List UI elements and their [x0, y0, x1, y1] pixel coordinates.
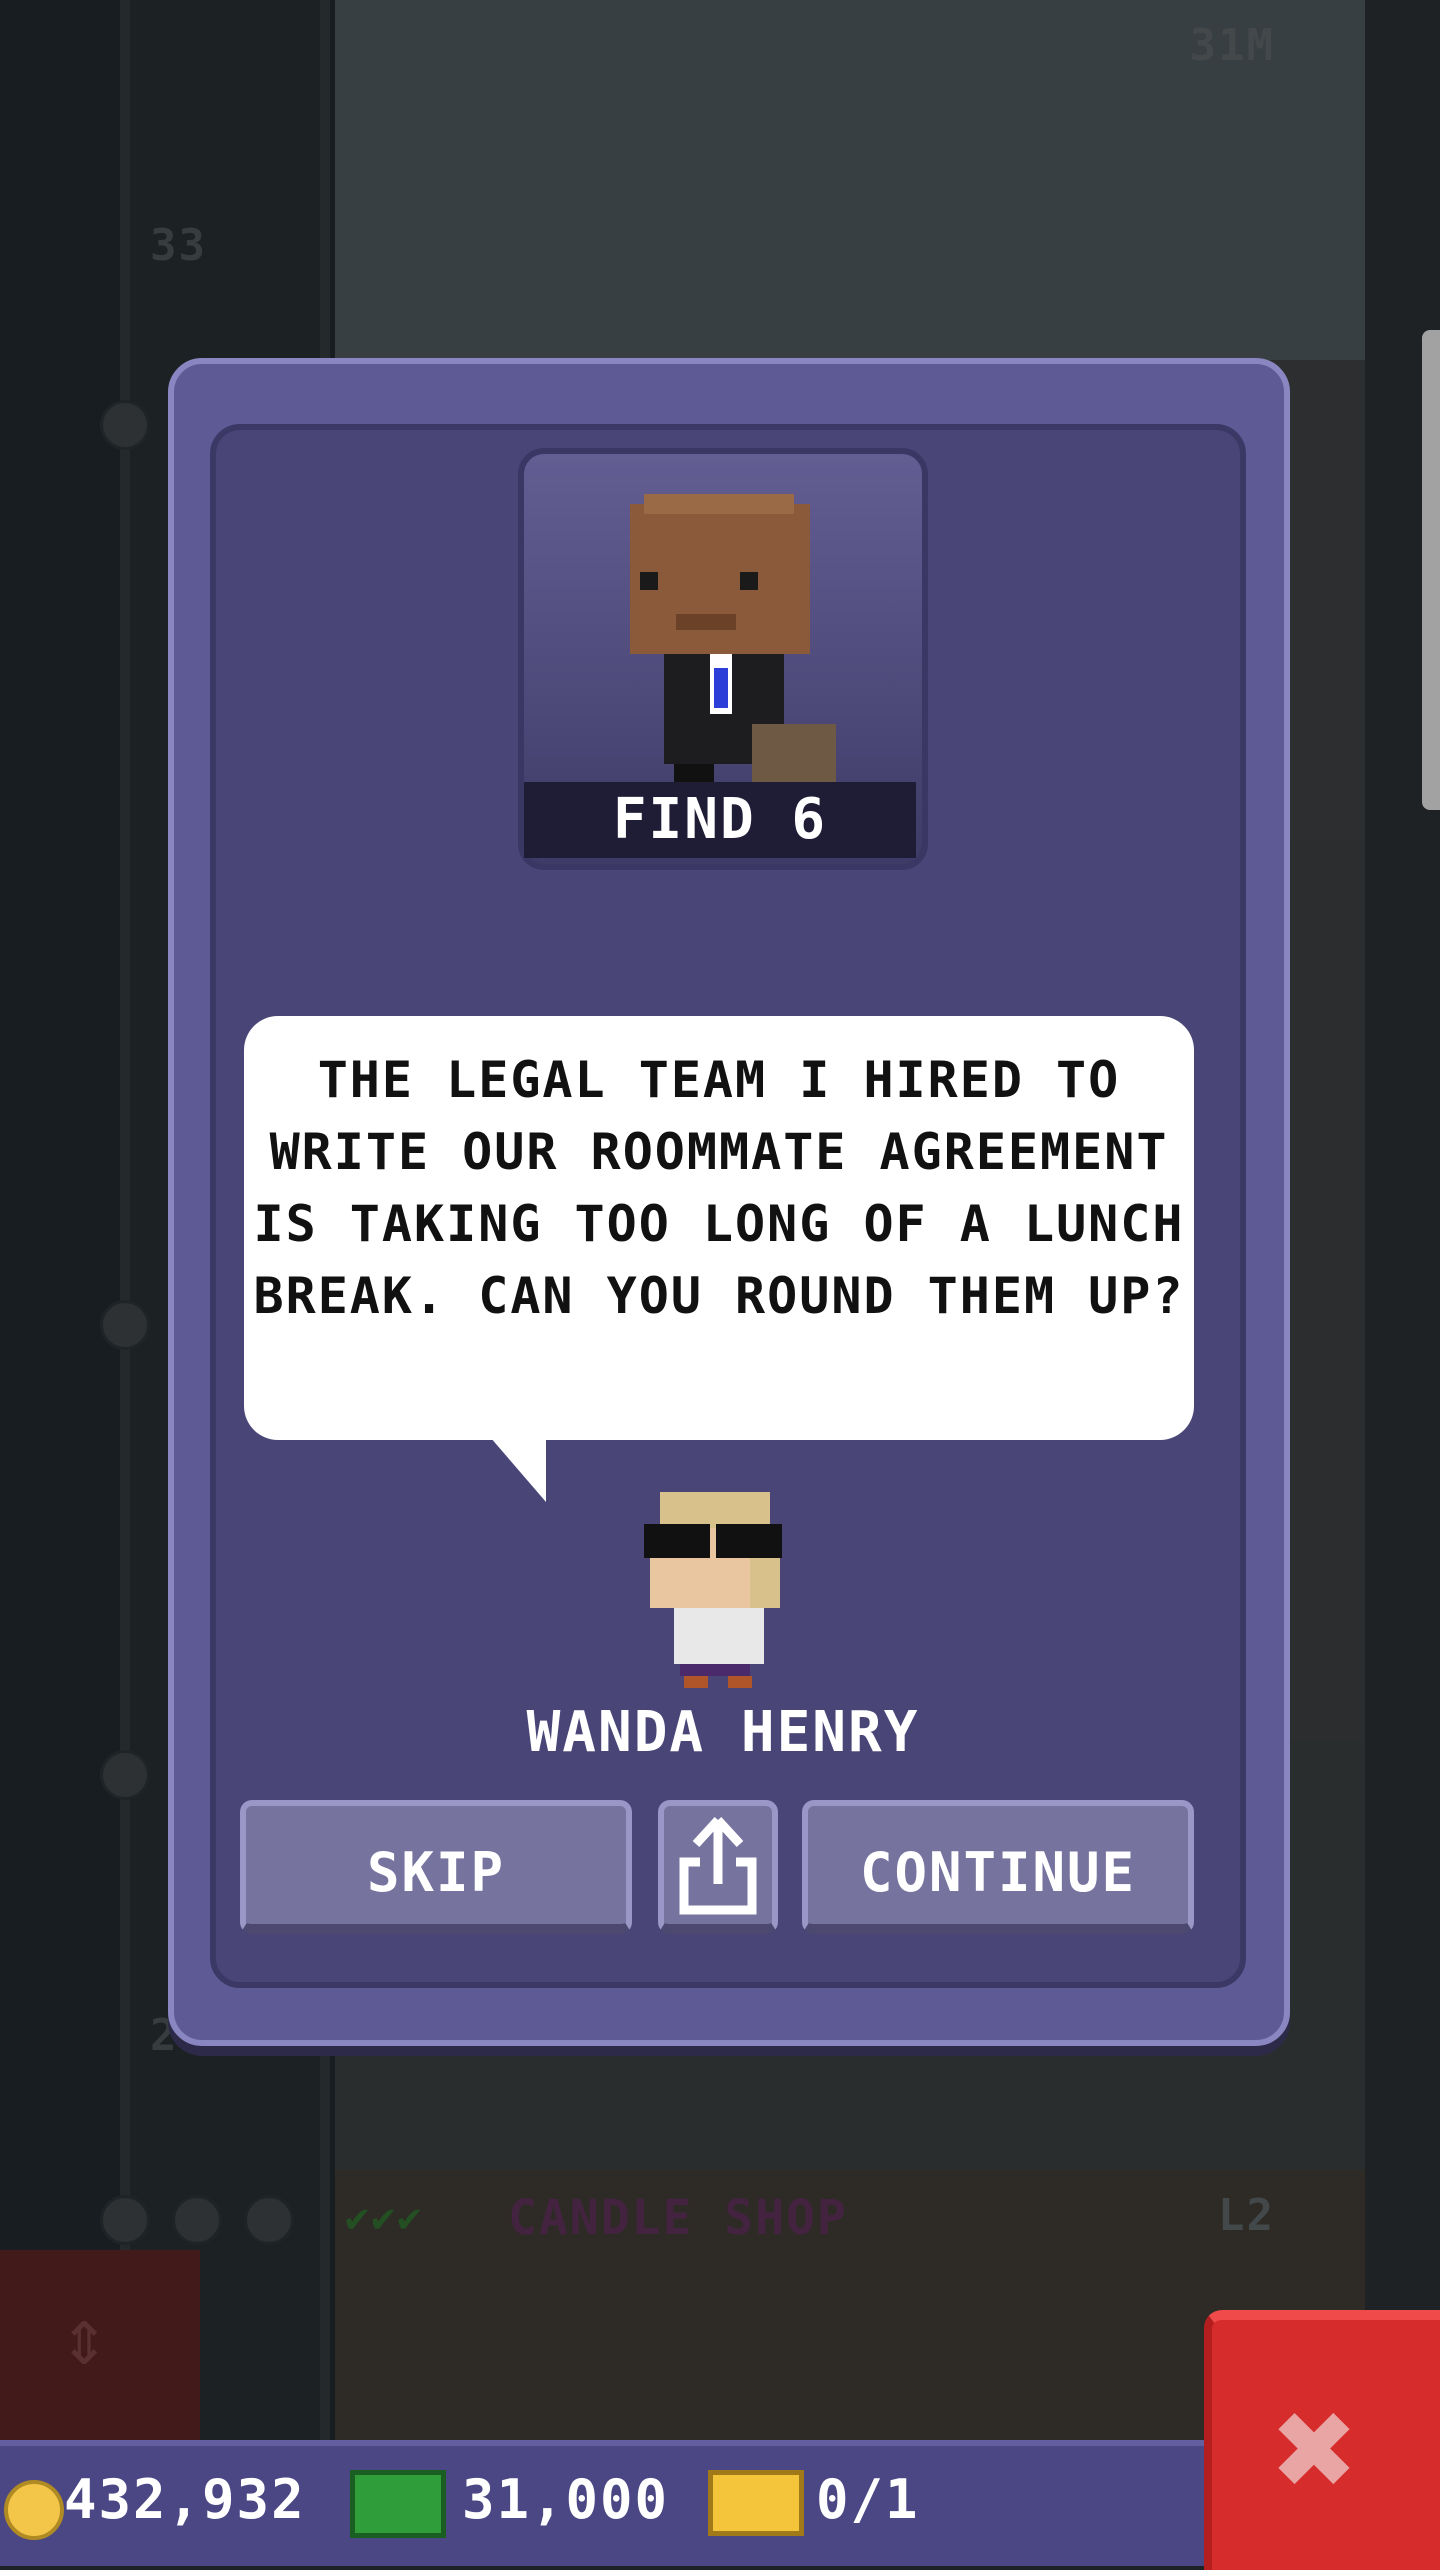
character-sprite [644, 1492, 782, 1688]
continue-button[interactable]: CONTINUE [802, 1800, 1194, 1934]
character-name: WANDA HENRY [526, 1700, 920, 1765]
speech-bubble: THE LEGAL TEAM I HIRED TO WRITE OUR ROOM… [244, 1016, 1194, 1440]
skip-button[interactable]: SKIP [240, 1800, 632, 1934]
coins-count: 432,932 [64, 2468, 306, 2531]
close-icon: ✖ [1274, 2368, 1359, 2531]
share-button[interactable] [658, 1800, 778, 1934]
golden-ticket-icon [708, 2470, 804, 2536]
tickets-count: 0/1 [816, 2468, 920, 2531]
mission-message: THE LEGAL TEAM I HIRED TO WRITE OUR ROOM… [253, 1051, 1185, 1325]
businessman-sprite [630, 494, 836, 794]
share-icon [679, 1816, 757, 1915]
close-button[interactable]: ✖ [1204, 2310, 1440, 2570]
coin-icon [4, 2480, 64, 2540]
tower-bux-icon [350, 2470, 446, 2538]
speech-bubble-tail [484, 1430, 546, 1502]
mission-objective: FIND 6 [524, 782, 916, 858]
bux-count: 31,000 [462, 2468, 670, 2531]
